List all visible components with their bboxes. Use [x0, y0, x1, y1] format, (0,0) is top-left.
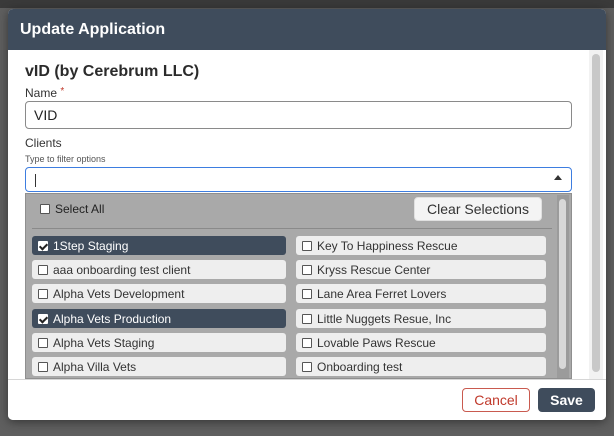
- checked-checkbox-icon[interactable]: [38, 313, 48, 324]
- checkbox-icon[interactable]: [38, 264, 48, 275]
- client-option[interactable]: 1Step Staging: [32, 236, 286, 255]
- checkbox-icon[interactable]: [40, 204, 50, 214]
- client-option-label: Alpha Vets Development: [53, 286, 185, 301]
- client-option[interactable]: Lane Area Ferret Lovers: [296, 284, 546, 303]
- save-button[interactable]: Save: [538, 388, 595, 412]
- client-option-label: 1Step Staging: [53, 238, 129, 253]
- client-option[interactable]: Alpha Vets Production: [32, 309, 286, 328]
- name-label-text: Name: [25, 86, 58, 100]
- client-option-label: Alpha Vets Production: [53, 311, 172, 326]
- client-option-label: Little Nuggets Resue, Inc: [317, 311, 452, 326]
- client-option-label: Lovable Paws Rescue: [317, 335, 436, 350]
- client-option-label: Kryss Rescue Center: [317, 262, 431, 277]
- client-option[interactable]: Alpha Vets Staging: [32, 333, 286, 352]
- caret-up-icon[interactable]: [554, 175, 562, 180]
- checkbox-icon[interactable]: [38, 361, 48, 372]
- client-option[interactable]: Kryss Rescue Center: [296, 260, 546, 279]
- name-label: Name *: [25, 86, 64, 100]
- clients-options-panel: Select All Clear Selections 1Step Stagin…: [25, 193, 572, 379]
- required-indicator: *: [60, 86, 65, 97]
- filter-hint: Type to filter options: [25, 154, 106, 164]
- application-name-heading: vID (by Cerebrum LLC): [25, 63, 200, 80]
- modal-header: Update Application: [8, 9, 606, 50]
- client-option-label: Alpha Vets Staging: [53, 335, 155, 350]
- client-option-label: Alpha Villa Vets: [53, 359, 137, 374]
- cancel-button[interactable]: Cancel: [462, 388, 530, 412]
- client-option-label: Lane Area Ferret Lovers: [317, 286, 447, 301]
- client-option[interactable]: Key To Happiness Rescue: [296, 236, 546, 255]
- options-scrollbar[interactable]: [557, 195, 569, 378]
- update-application-modal: Update Application vID (by Cerebrum LLC)…: [8, 9, 606, 420]
- modal-title: Update Application: [20, 20, 166, 38]
- client-option[interactable]: Little Nuggets Resue, Inc: [296, 309, 546, 328]
- modal-footer: Cancel Save: [8, 379, 606, 420]
- select-all-checkbox[interactable]: Select All: [40, 202, 104, 216]
- client-option[interactable]: Alpha Villa Vets: [32, 357, 286, 376]
- client-option[interactable]: Alpha Vets Development: [32, 284, 286, 303]
- modal-scroll-thumb[interactable]: [592, 54, 600, 372]
- clear-selections-button[interactable]: Clear Selections: [414, 197, 542, 221]
- modal-body: vID (by Cerebrum LLC) Name * Clients Typ…: [8, 50, 606, 379]
- checkbox-icon[interactable]: [302, 361, 312, 372]
- client-option-label: aaa onboarding test client: [53, 262, 191, 277]
- checkbox-icon[interactable]: [302, 313, 312, 324]
- client-option[interactable]: aaa onboarding test client: [32, 260, 286, 279]
- checkbox-icon[interactable]: [38, 288, 48, 299]
- checkbox-icon[interactable]: [38, 337, 48, 348]
- clients-filter-input[interactable]: [25, 167, 572, 192]
- divider: [32, 228, 552, 229]
- client-option[interactable]: Lovable Paws Rescue: [296, 333, 546, 352]
- modal-scrollbar[interactable]: [589, 50, 603, 379]
- select-all-label: Select All: [55, 202, 105, 216]
- checkbox-icon[interactable]: [302, 240, 312, 251]
- client-option[interactable]: Onboarding test: [296, 357, 546, 376]
- name-input[interactable]: [25, 101, 572, 129]
- checkbox-icon[interactable]: [302, 288, 312, 299]
- page-backdrop: [0, 0, 614, 8]
- checkbox-icon[interactable]: [302, 337, 312, 348]
- client-option-label: Key To Happiness Rescue: [317, 238, 458, 253]
- clients-label: Clients: [25, 136, 62, 150]
- checkbox-icon[interactable]: [302, 264, 312, 275]
- checked-checkbox-icon[interactable]: [38, 240, 48, 251]
- client-option-label: Onboarding test: [317, 359, 403, 374]
- text-cursor: [35, 174, 36, 187]
- options-scroll-thumb[interactable]: [559, 199, 566, 369]
